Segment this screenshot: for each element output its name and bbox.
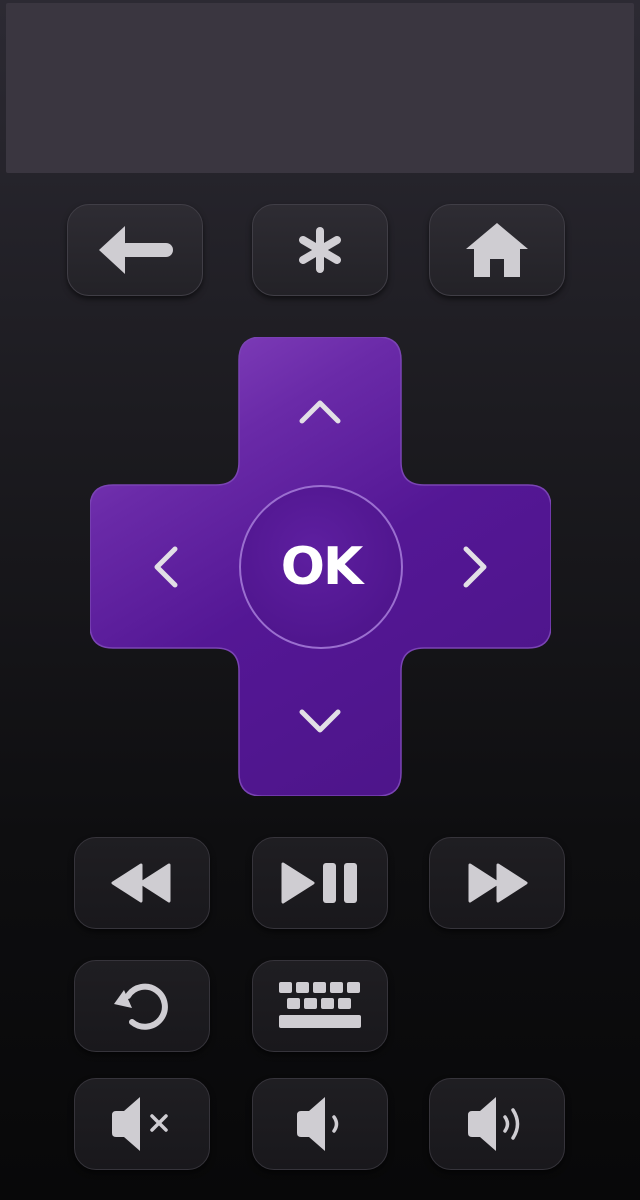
- chevron-up-icon: [299, 400, 341, 424]
- volume-mute-icon: [112, 1097, 168, 1151]
- instant-replay-button[interactable]: [74, 960, 210, 1052]
- dpad-down-button[interactable]: [239, 648, 401, 796]
- chevron-down-icon: [299, 709, 341, 733]
- volume-down-icon: [297, 1097, 339, 1151]
- volume-up-button[interactable]: [429, 1078, 565, 1170]
- ok-label: OK: [280, 537, 363, 597]
- chevron-left-icon: [154, 546, 177, 587]
- back-arrow-icon: [99, 226, 173, 274]
- rewind-icon: [111, 863, 171, 903]
- ok-button[interactable]: OK: [239, 485, 403, 649]
- keyboard-icon: [279, 982, 361, 1028]
- asterisk-icon: [299, 227, 341, 273]
- play-pause-icon: [281, 862, 357, 904]
- keyboard-button[interactable]: [252, 960, 388, 1052]
- back-button[interactable]: [67, 204, 203, 296]
- dpad-right-button[interactable]: [401, 485, 551, 648]
- dpad-left-button[interactable]: [90, 485, 239, 648]
- chevron-right-icon: [463, 546, 487, 587]
- volume-up-icon: [468, 1097, 520, 1151]
- home-button[interactable]: [429, 204, 565, 296]
- fast-forward-button[interactable]: [429, 837, 565, 929]
- home-icon: [466, 223, 528, 277]
- play-pause-button[interactable]: [252, 837, 388, 929]
- mute-button[interactable]: [74, 1078, 210, 1170]
- top-panel: [6, 3, 634, 173]
- volume-down-button[interactable]: [252, 1078, 388, 1170]
- dpad: OK: [90, 337, 551, 796]
- fast-forward-icon: [468, 863, 528, 903]
- dpad-up-button[interactable]: [239, 337, 401, 485]
- rewind-button[interactable]: [74, 837, 210, 929]
- options-button[interactable]: [252, 204, 388, 296]
- replay-icon: [114, 983, 168, 1030]
